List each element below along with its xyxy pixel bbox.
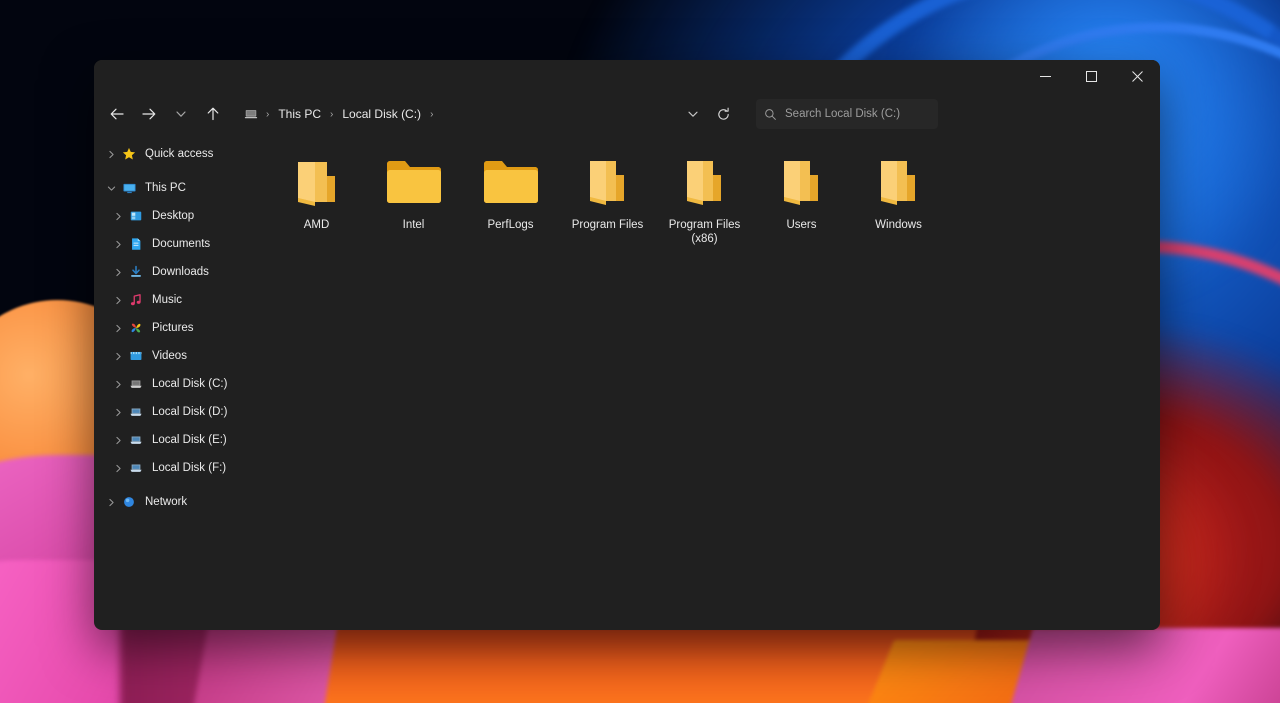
drive-icon (127, 375, 145, 393)
file-item-label: AMD (303, 219, 330, 231)
search-icon (764, 108, 777, 121)
sidebar-item-label: Local Disk (C:) (152, 378, 228, 390)
file-item-program-files[interactable]: Program Files (559, 146, 656, 246)
chevron-right-icon[interactable] (109, 375, 127, 393)
star-icon (120, 145, 138, 163)
sidebar-item-videos[interactable]: Videos (98, 342, 242, 370)
file-item-label: Program Files (x86) (668, 219, 741, 245)
window-body: Quick access This PC Desktop Documents D… (94, 136, 1160, 630)
folder-open-icon (864, 150, 934, 214)
desktop-icon (127, 207, 145, 225)
sidebar-item-music[interactable]: Music (98, 286, 242, 314)
search-input[interactable]: Search Local Disk (C:) (756, 99, 938, 129)
wallpaper-pink-band-right (1007, 628, 1280, 703)
drive-icon (127, 459, 145, 477)
sidebar-item-label: Local Disk (F:) (152, 462, 227, 474)
address-history-chevron-down-icon[interactable] (680, 100, 706, 128)
drive-icon (127, 403, 145, 421)
chevron-right-icon[interactable] (109, 403, 127, 421)
network-icon (120, 493, 138, 511)
file-item-label: Windows (875, 219, 922, 231)
address-bar[interactable]: › This PC › Local Disk (C:) › (238, 99, 440, 129)
chevron-down-icon[interactable] (102, 179, 120, 197)
sidebar-item-desktop[interactable]: Desktop (98, 202, 242, 230)
chevron-right-icon[interactable] (109, 347, 127, 365)
sidebar-item-local-disk-c[interactable]: Local Disk (C:) (98, 370, 242, 398)
sidebar-item-label: This PC (145, 182, 186, 194)
sidebar-item-documents[interactable]: Documents (98, 230, 242, 258)
chevron-right-icon[interactable] (109, 431, 127, 449)
breadcrumb-segment-this-pc[interactable]: This PC (274, 105, 325, 123)
pictures-icon (127, 319, 145, 337)
sidebar-item-label: Music (152, 294, 183, 306)
file-item-label: Intel (402, 219, 425, 231)
recent-locations-chevron-down-icon[interactable] (166, 99, 196, 129)
sidebar-item-label: Desktop (152, 210, 195, 222)
music-icon (127, 291, 145, 309)
refresh-button[interactable] (708, 100, 738, 128)
file-item-intel[interactable]: Intel (365, 146, 462, 246)
chevron-right-icon[interactable] (109, 291, 127, 309)
navigation-pane: Quick access This PC Desktop Documents D… (94, 136, 246, 630)
sidebar-item-label: Quick access (145, 148, 214, 160)
file-item-windows[interactable]: Windows (850, 146, 947, 246)
chevron-right-icon[interactable] (109, 263, 127, 281)
sidebar-item-downloads[interactable]: Downloads (98, 258, 242, 286)
file-item-program-files-x86[interactable]: Program Files (x86) (656, 146, 753, 246)
sidebar-item-quick-access[interactable]: Quick access (98, 140, 242, 168)
breadcrumb-segment-local-disk-c[interactable]: Local Disk (C:) (338, 105, 425, 123)
file-list: AMD Intel PerfLogs Program Files Program… (246, 136, 1160, 630)
sidebar-item-label: Videos (152, 350, 187, 362)
forward-button[interactable] (134, 99, 164, 129)
sidebar-item-label: Network (145, 496, 188, 508)
breadcrumb-separator: › (266, 108, 270, 120)
pc-icon (244, 107, 258, 121)
file-item-users[interactable]: Users (753, 146, 850, 246)
chevron-right-icon[interactable] (109, 235, 127, 253)
chevron-right-icon[interactable] (109, 207, 127, 225)
sidebar-item-label: Pictures (152, 322, 194, 334)
file-item-amd[interactable]: AMD (268, 146, 365, 246)
videos-icon (127, 347, 145, 365)
sidebar-item-pictures[interactable]: Pictures (98, 314, 242, 342)
folder-closed-icon (476, 150, 546, 214)
sidebar-item-local-disk-d[interactable]: Local Disk (D:) (98, 398, 242, 426)
monitor-icon (120, 179, 138, 197)
sidebar-item-local-disk-e[interactable]: Local Disk (E:) (98, 426, 242, 454)
drive-icon (127, 431, 145, 449)
breadcrumb-separator: › (430, 108, 434, 120)
navigation-toolbar: › This PC › Local Disk (C:) › Search Loc… (94, 92, 1160, 136)
close-button[interactable] (1114, 60, 1160, 92)
file-item-perflogs[interactable]: PerfLogs (462, 146, 559, 246)
chevron-right-icon[interactable] (102, 145, 120, 163)
chevron-right-icon[interactable] (109, 459, 127, 477)
folder-closed-icon (379, 150, 449, 214)
up-button[interactable] (198, 99, 228, 129)
folder-open-icon (573, 150, 643, 214)
search-placeholder: Search Local Disk (C:) (785, 108, 901, 120)
folder-open-icon (767, 150, 837, 214)
minimize-button[interactable] (1022, 60, 1068, 92)
sidebar-item-label: Local Disk (E:) (152, 434, 227, 446)
folder-open-icon (282, 150, 352, 214)
sidebar-item-network[interactable]: Network (98, 488, 242, 516)
file-explorer-window: › This PC › Local Disk (C:) › Search Loc… (94, 60, 1160, 630)
breadcrumb-separator: › (330, 108, 334, 120)
documents-icon (127, 235, 145, 253)
sidebar-item-this-pc[interactable]: This PC (98, 174, 242, 202)
downloads-icon (127, 263, 145, 281)
title-bar (94, 60, 1160, 92)
sidebar-item-label: Downloads (152, 266, 209, 278)
sidebar-item-local-disk-f[interactable]: Local Disk (F:) (98, 454, 242, 482)
chevron-right-icon[interactable] (102, 493, 120, 511)
sidebar-item-label: Local Disk (D:) (152, 406, 228, 418)
maximize-button[interactable] (1068, 60, 1114, 92)
file-item-label: Program Files (571, 219, 644, 231)
back-button[interactable] (102, 99, 132, 129)
sidebar-item-label: Documents (152, 238, 211, 250)
folder-open-icon (670, 150, 740, 214)
chevron-right-icon[interactable] (109, 319, 127, 337)
file-item-label: Users (786, 219, 817, 231)
file-item-label: PerfLogs (487, 219, 534, 231)
